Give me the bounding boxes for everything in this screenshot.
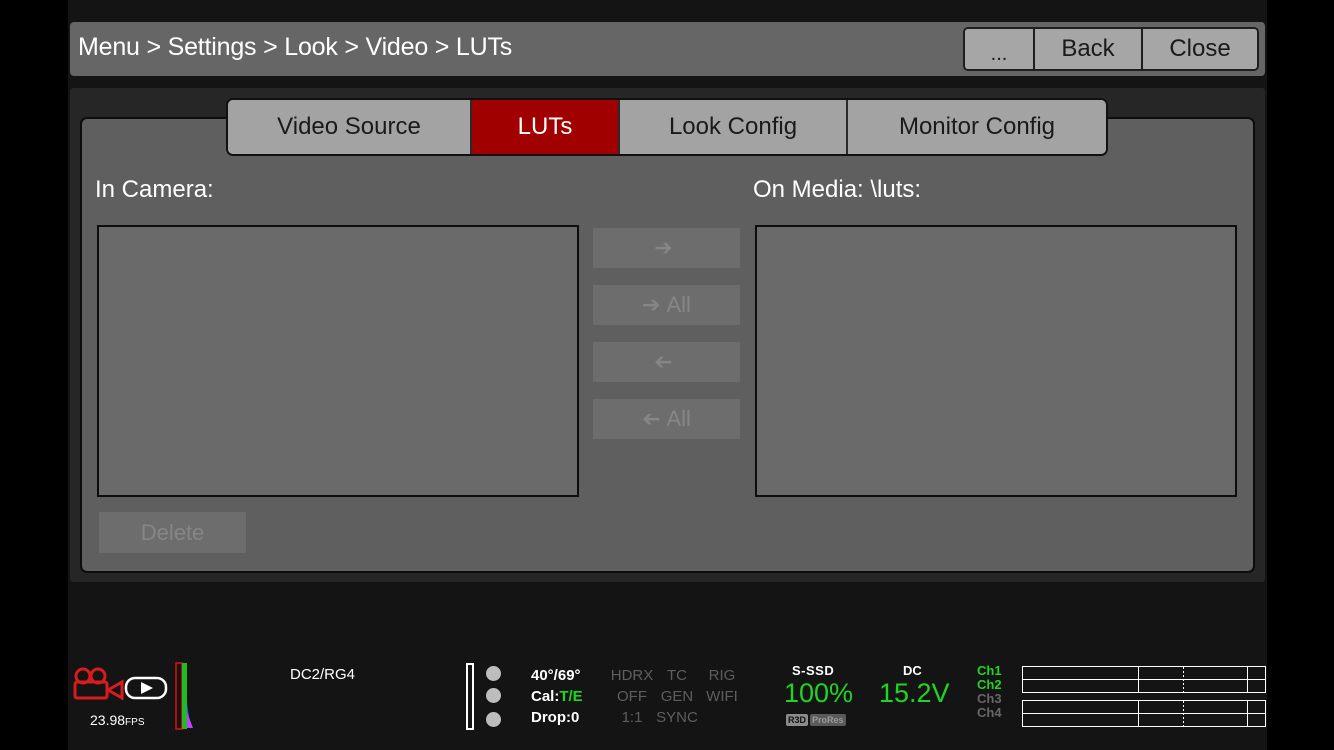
tab-monitor-config[interactable]: Monitor Config (848, 100, 1106, 154)
hdrx-value: OFF (617, 688, 647, 705)
media-capacity: 100% (784, 678, 854, 708)
channel-2-label: Ch2 (977, 677, 1002, 692)
copy-all-to-media-label: All (666, 292, 691, 317)
copy-all-to-media-button[interactable]: ➔ All (593, 285, 740, 325)
status-dot-1 (486, 666, 501, 681)
format-readout: DC2/RG4 (290, 666, 356, 683)
audio-meter-ch3-ch4 (1022, 700, 1266, 727)
breadcrumb: Menu > Settings > Look > Video > LUTs (78, 33, 513, 61)
camera-mode-icon[interactable] (72, 666, 126, 700)
temperature-readout: 40°/69° (531, 667, 581, 684)
tab-look-config[interactable]: Look Config (620, 100, 848, 154)
codec-prores-badge: ProRes (810, 714, 846, 726)
cal-label: Cal: (531, 688, 560, 705)
tab-luts[interactable]: LUTs (472, 100, 620, 154)
ratio-indicator: 1:1 (621, 709, 643, 726)
delete-button[interactable]: Delete (99, 512, 246, 553)
arrow-left-icon: ➔ (642, 406, 661, 431)
menu-header: Menu > Settings > Look > Video > LUTs ..… (70, 22, 1265, 76)
playback-mode-icon[interactable] (124, 676, 168, 700)
close-button[interactable]: Close (1143, 29, 1257, 69)
channel-1-label: Ch1 (977, 663, 1002, 678)
audio-meter-tick (1138, 701, 1139, 726)
audio-meter-divider (1023, 667, 1265, 680)
mode-indicators: HDRX TC RIG OFF GEN WIFI 1:1 SYNC (610, 665, 744, 728)
header-button-group: ... Back Close (963, 27, 1259, 71)
fps-value: 23.98 (90, 712, 126, 728)
in-camera-label: In Camera: (95, 176, 214, 203)
calibration-readout: Cal:T/E (531, 686, 583, 707)
arrow-left-icon: ➔ (654, 349, 673, 374)
drop-readout: Drop:0 (531, 709, 580, 726)
audio-meter-tick (1183, 701, 1184, 726)
channel-3-label: Ch3 (977, 691, 1002, 706)
sensor-status: 40°/69° Cal:T/E Drop:0 (531, 665, 583, 728)
status-dot-2 (486, 688, 501, 703)
level-indicator (466, 663, 474, 730)
tc-value: GEN (660, 688, 694, 705)
media-label: S-SSD (792, 663, 835, 678)
power-label: DC (903, 663, 922, 678)
arrow-right-icon: ➔ (642, 292, 661, 317)
back-button[interactable]: Back (1035, 29, 1143, 69)
arrow-right-icon: ➔ (654, 235, 673, 260)
copy-to-camera-button[interactable]: ➔ (593, 342, 740, 382)
on-media-label: On Media: \luts: (753, 176, 922, 203)
audio-meter-tick (1247, 701, 1248, 726)
power-voltage: 15.2V (879, 678, 950, 708)
tc-indicator: TC (667, 667, 687, 684)
mode-empty (700, 707, 744, 728)
hdrx-indicator: HDRX (610, 667, 654, 684)
codec-r3d-badge: R3D (786, 714, 809, 726)
tab-bar: Video Source LUTs Look Config Monitor Co… (226, 98, 1108, 156)
audio-meter-divider (1023, 701, 1265, 714)
copy-all-to-camera-label: All (666, 406, 691, 431)
tab-video-source[interactable]: Video Source (228, 100, 472, 154)
audio-meter-tick (1247, 667, 1248, 692)
audio-meter-ch1-ch2 (1022, 666, 1266, 693)
codec-badges: R3D ProRes (786, 714, 846, 726)
status-bar: 23.98FPS DC2/RG4 40°/69° Cal:T/E Drop:0 … (68, 655, 1267, 750)
on-media-list[interactable] (755, 225, 1237, 497)
more-button[interactable]: ... (965, 29, 1035, 69)
camera-ui-screen: Menu > Settings > Look > Video > LUTs ..… (0, 0, 1334, 750)
audio-meter-tick (1138, 667, 1139, 692)
channel-4-label: Ch4 (977, 705, 1002, 720)
fps-unit: FPS (125, 717, 145, 728)
rig-value: WIFI (706, 688, 738, 705)
status-dot-3 (486, 712, 501, 727)
audio-meter-tick (1183, 667, 1184, 692)
rig-indicator: RIG (708, 667, 736, 684)
copy-all-to-camera-button[interactable]: ➔ All (593, 399, 740, 439)
fps-readout: 23.98FPS (90, 712, 145, 728)
sync-indicator: SYNC (656, 709, 698, 726)
in-camera-list[interactable] (97, 225, 579, 497)
cal-value: T/E (559, 688, 583, 705)
audio-channels: Ch1 Ch2 Ch3 Ch4 (977, 664, 1002, 720)
copy-to-media-button[interactable]: ➔ (593, 228, 740, 268)
histogram-meter (175, 662, 193, 730)
